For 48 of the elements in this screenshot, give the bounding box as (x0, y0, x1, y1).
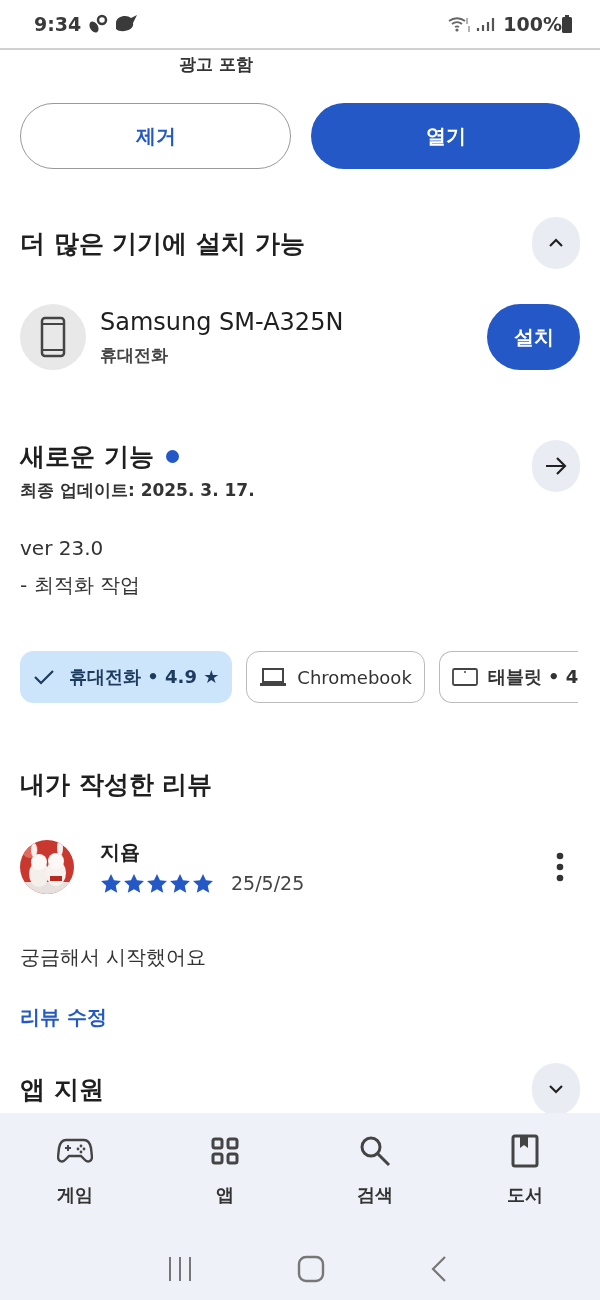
nav-tab[interactable]: 검색 (300, 1133, 450, 1233)
edit-review-link[interactable]: 리뷰 수정 (20, 1004, 107, 1031)
home-button[interactable] (297, 1255, 326, 1283)
section-heading: 새로운 기능 (20, 441, 154, 473)
open-button[interactable]: 열기 (311, 103, 580, 169)
checkmark-icon (33, 668, 55, 686)
clock-time: 9:34 (34, 13, 82, 35)
nav-tab[interactable]: 게임 (0, 1133, 150, 1233)
star-icon (169, 872, 191, 894)
section-heading: 앱 지원 (20, 1073, 104, 1106)
nav-tab[interactable]: 도서 (450, 1133, 600, 1233)
release-note-line: - 최적화 작업 (19, 572, 141, 599)
battery-icon (562, 15, 572, 33)
section-heading: 내가 작성한 리뷰 (19, 769, 214, 801)
game-controller-icon (57, 1137, 93, 1165)
device-filter-chip[interactable]: 휴대전화 • 4.9 ★ (20, 651, 233, 703)
search-icon (359, 1135, 391, 1167)
device-name: Samsung SM-A325N (100, 307, 345, 336)
device-type: 휴대전화 (100, 343, 169, 367)
review-text: 궁금해서 시작했어요 (19, 944, 208, 971)
more-options-button[interactable] (554, 850, 566, 883)
star-icon (192, 872, 214, 894)
bookmark-book-icon (511, 1134, 539, 1168)
review-date: 25/5/25 (231, 872, 305, 894)
nav-tab[interactable]: 앱 (150, 1133, 300, 1233)
laptop-icon (259, 667, 288, 687)
section-heading: 더 많은 기기에 설치 가능 (20, 227, 305, 260)
battery-percentage: 100% (503, 13, 562, 35)
apps-grid-icon (211, 1137, 239, 1165)
signal-icon (475, 15, 496, 33)
back-button[interactable] (429, 1255, 448, 1283)
update-date: 최종 업데이트: 2025. 3. 17. (20, 479, 255, 502)
recent-apps-button[interactable] (167, 1256, 194, 1282)
wifi-icon (447, 14, 472, 34)
arrow-right-icon (544, 455, 568, 477)
tablet-icon (451, 667, 478, 687)
reviewer-name: 지욥 (100, 839, 141, 866)
notification-icon (87, 13, 110, 35)
star-icon (100, 872, 122, 894)
release-note-line: ver 23.0 (19, 536, 105, 560)
uninstall-button[interactable]: 제거 (20, 103, 291, 169)
device-filter-chip[interactable]: Chromebook (246, 651, 425, 703)
device-filter-chip[interactable]: 태블릿 • 4 (438, 651, 579, 703)
star-icon (123, 872, 145, 894)
ads-notice: 광고 포함 (179, 53, 254, 76)
open-details-button[interactable] (532, 440, 580, 492)
install-button[interactable]: 설치 (487, 304, 580, 370)
star-icon (146, 872, 168, 894)
